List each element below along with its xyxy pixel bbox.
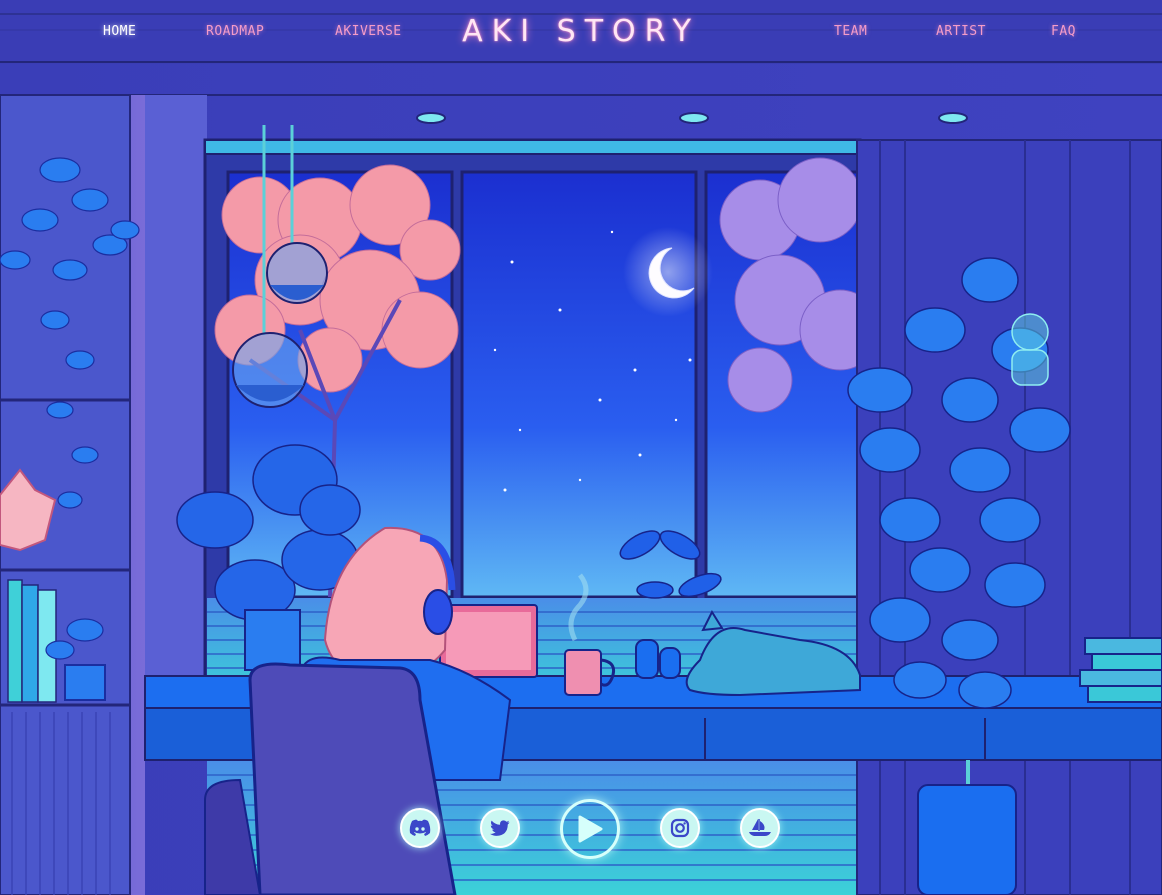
opensea-icon	[749, 819, 771, 836]
opensea-button[interactable]	[740, 808, 780, 848]
play-music-button[interactable]	[560, 799, 620, 859]
room-illustration	[0, 0, 1162, 895]
play-icon	[578, 815, 603, 843]
nav-link-team[interactable]: TEAM	[834, 24, 867, 39]
instagram-icon	[670, 818, 690, 838]
nav-link-faq[interactable]: FAQ	[1051, 24, 1076, 39]
top-navigation: HOME ROADMAP AKIVERSE AKI STORY TEAM ART…	[0, 0, 1162, 64]
site-logo-title[interactable]: AKI STORY	[0, 14, 1162, 49]
twitter-icon	[490, 819, 510, 836]
instagram-button[interactable]	[660, 808, 700, 848]
nav-link-artist[interactable]: ARTIST	[936, 24, 986, 39]
discord-icon	[409, 819, 431, 836]
discord-button[interactable]	[400, 808, 440, 848]
twitter-button[interactable]	[480, 808, 520, 848]
